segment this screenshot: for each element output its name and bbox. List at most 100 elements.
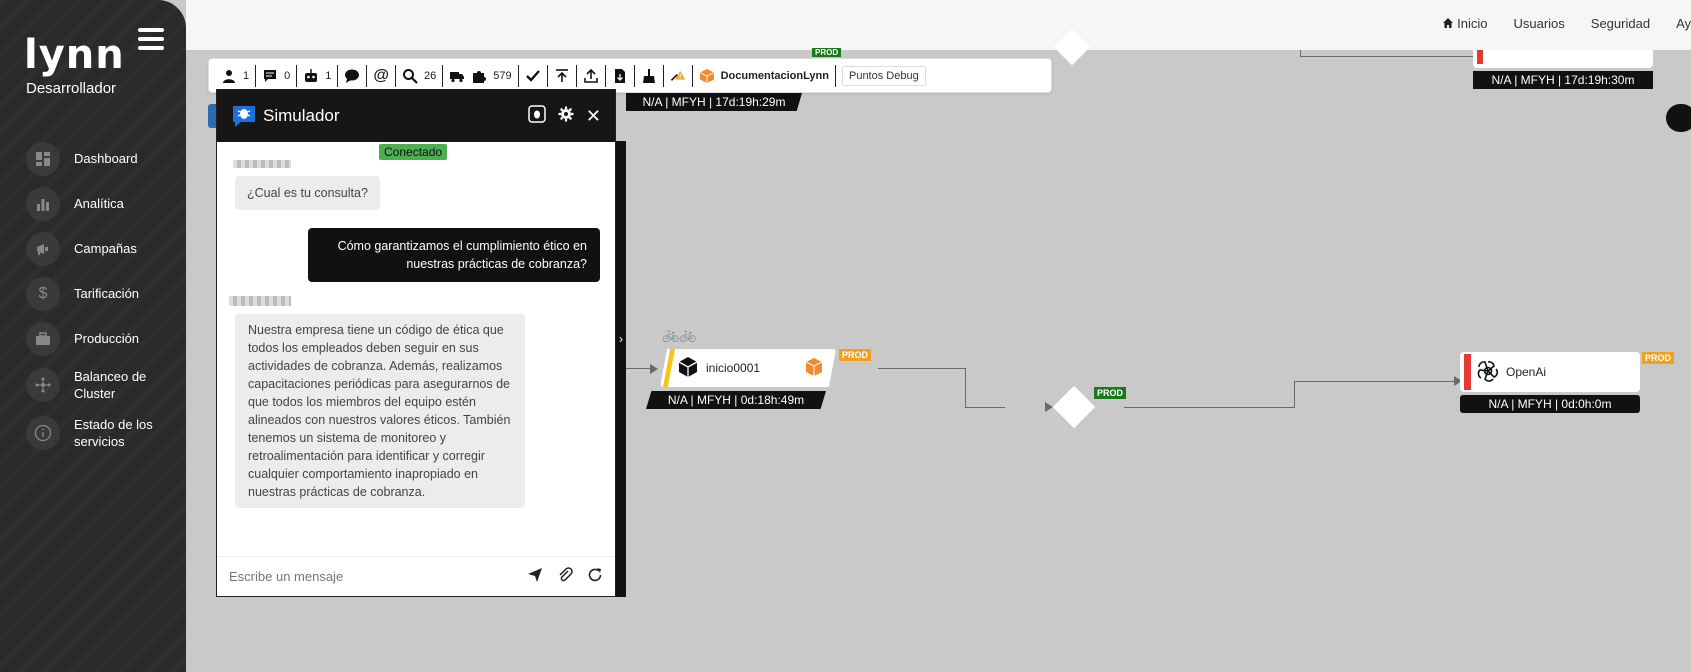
- export-button[interactable]: [577, 64, 606, 87]
- validate-button[interactable]: [519, 64, 548, 87]
- bot-message: ¿Cual es tu consulta?: [235, 176, 380, 210]
- nav-ayuda[interactable]: Ay: [1676, 16, 1691, 31]
- check-icon: [525, 69, 540, 82]
- user-role: Desarrollador: [26, 80, 117, 97]
- top-bar: Inicio Usuarios Seguridad Ay: [186, 0, 1691, 50]
- sidebar-item-produccion[interactable]: Producción: [26, 316, 186, 361]
- partial-black-node[interactable]: [1666, 104, 1691, 132]
- chat-button[interactable]: [338, 64, 368, 87]
- sidebar-item-label: Tarificación: [74, 286, 140, 301]
- users-count: 1: [243, 69, 250, 82]
- mention-button[interactable]: @: [367, 64, 396, 87]
- menu-toggle-icon[interactable]: [138, 28, 164, 50]
- message-input[interactable]: [229, 569, 513, 584]
- search-counter[interactable]: 26: [396, 64, 444, 87]
- simulator-actions: ✕: [528, 104, 601, 128]
- at-icon: @: [373, 66, 389, 84]
- edge-start-to-diamond-c: [965, 407, 1005, 408]
- bots-counter[interactable]: 1: [297, 64, 339, 87]
- message-icon: [264, 69, 277, 82]
- node-accent-yellow: [663, 349, 675, 387]
- gear-icon[interactable]: [558, 106, 574, 127]
- debug-points-button[interactable]: Puntos Debug: [841, 65, 926, 86]
- broom-icon: [642, 68, 655, 83]
- openai-icon: [1476, 359, 1500, 386]
- lynn-logo[interactable]: lynn: [24, 32, 125, 78]
- truck-icon: [450, 71, 465, 82]
- dashboard-icon: [26, 141, 60, 176]
- share-upload-icon: [583, 68, 598, 83]
- simulator-collapse-rail[interactable]: [616, 141, 626, 597]
- send-icon[interactable]: [527, 567, 543, 587]
- messages-counter[interactable]: 0: [256, 64, 298, 87]
- megaphone-icon: [26, 231, 60, 266]
- top-left-node-status: N/A | MFYH | 17d:19h:29m: [626, 93, 802, 111]
- diamond-prod-tag: PROD: [1094, 387, 1127, 399]
- project-selector[interactable]: DocumentacionLynn: [693, 64, 836, 87]
- dollar-icon: $: [26, 276, 60, 311]
- simulator-panel: Simulador ✕ Conectado ¿Cual es tu consul…: [216, 89, 616, 597]
- puzzle-icon: [473, 70, 487, 83]
- message-composer: [217, 556, 615, 596]
- openai-node-status: N/A | MFYH | 0d:0h:0m: [1460, 395, 1640, 413]
- project-name: DocumentacionLynn: [720, 69, 829, 82]
- download-button[interactable]: [606, 64, 635, 87]
- nav-usuarios[interactable]: Usuarios: [1513, 16, 1564, 31]
- top-edge-vert: [1300, 50, 1301, 56]
- briefcase-icon: [26, 321, 60, 356]
- sidebar-item-label: Dashboard: [74, 151, 138, 166]
- nav-inicio[interactable]: Inicio: [1442, 16, 1487, 31]
- sidebar-item-balanceo[interactable]: Balanceo de Cluster: [26, 361, 186, 409]
- bicycle-icons: 🚲🚲: [662, 326, 697, 342]
- info-icon: [26, 416, 60, 450]
- close-icon[interactable]: ✕: [586, 106, 601, 127]
- refresh-icon[interactable]: [587, 567, 603, 587]
- start-node-label: inicio0001: [706, 361, 761, 375]
- top-prod-tag: PROD: [812, 48, 842, 57]
- bot-name-blurred: [233, 160, 291, 168]
- bots-count: 1: [325, 69, 332, 82]
- chat-bubble-icon: [345, 69, 360, 83]
- top-right-node[interactable]: [1473, 50, 1653, 68]
- alert-button[interactable]: [664, 64, 693, 87]
- nav-seguridad[interactable]: Seguridad: [1591, 16, 1650, 31]
- sidebar-item-analitica[interactable]: Analítica: [26, 181, 186, 226]
- sidebar: lynn Desarrollador Dashboard Analítica C…: [0, 0, 186, 672]
- cube-icon: [676, 355, 700, 382]
- sidebar-item-label: Balanceo de Cluster: [74, 369, 147, 401]
- openai-node[interactable]: OpenAi: [1460, 352, 1640, 392]
- bug-chat-icon: [233, 106, 255, 127]
- start-node[interactable]: inicio0001: [660, 349, 836, 387]
- simulator-header: Simulador ✕: [217, 90, 615, 142]
- edge-arrowhead: [650, 364, 658, 374]
- sidebar-item-label: Analítica: [74, 196, 124, 211]
- users-counter[interactable]: 1: [215, 64, 257, 87]
- debug-points[interactable]: Puntos Debug: [836, 65, 932, 87]
- sidebar-item-estado[interactable]: Estado de los servicios: [26, 409, 186, 457]
- import-button[interactable]: [548, 64, 577, 87]
- paperclip-icon[interactable]: [557, 566, 573, 587]
- user-icon: [223, 69, 235, 83]
- robot-icon: [305, 68, 318, 82]
- bug-debug-icon[interactable]: [528, 104, 546, 128]
- sidebar-item-campanas[interactable]: Campañas: [26, 226, 186, 271]
- bar-chart-icon: [26, 186, 60, 221]
- decision-diamond-node[interactable]: [1052, 385, 1096, 429]
- edge-diamond-to-openai-a: [1124, 407, 1294, 408]
- search-icon: [402, 68, 418, 84]
- openai-node-label: OpenAi: [1506, 365, 1547, 379]
- clean-button[interactable]: [635, 64, 664, 87]
- sidebar-item-tarificacion[interactable]: $ Tarificación: [26, 271, 186, 316]
- connection-status-badge: Conectado: [379, 144, 448, 160]
- message-text: ¿Cual es tu consulta?: [247, 186, 368, 200]
- edge-diamond-to-openai-b: [1294, 381, 1295, 408]
- messages-count: 0: [284, 69, 291, 82]
- chevron-right-icon[interactable]: ›: [616, 332, 626, 346]
- sidebar-item-dashboard[interactable]: Dashboard: [26, 136, 186, 181]
- plugins-counter[interactable]: 579: [443, 64, 519, 87]
- file-download-icon: [614, 68, 625, 83]
- bot-name-blurred: [229, 296, 291, 306]
- sidebar-item-label: Estado de los servicios: [74, 417, 153, 449]
- flow-toolbar: 1 0 1 @ 26 579 DocumentacionLynn Puntos …: [208, 58, 1052, 93]
- orange-box-icon: [699, 68, 714, 83]
